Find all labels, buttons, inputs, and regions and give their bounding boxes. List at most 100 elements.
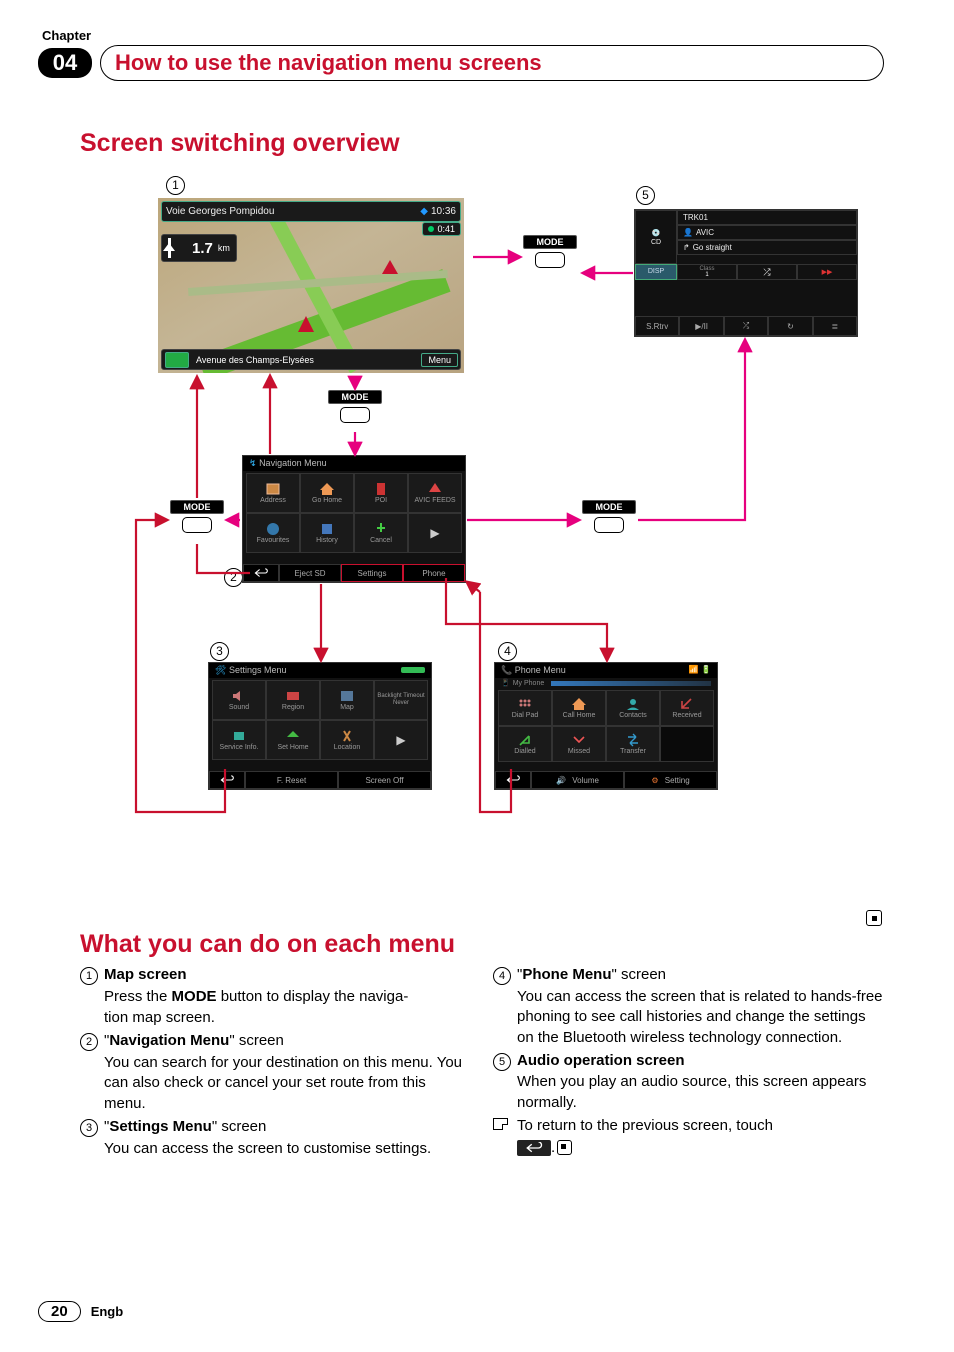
phone-back-button[interactable] <box>495 771 531 789</box>
nav-eject-button[interactable]: Eject SD <box>279 564 341 582</box>
item2-body: You can search for your destination on t… <box>80 1053 471 1115</box>
settings-item-map[interactable]: Map <box>320 680 374 720</box>
audio-btn-shuffle[interactable]: ⤮ <box>724 316 768 336</box>
phone-item-callhome[interactable]: Call Home <box>552 690 606 726</box>
settings-screenoff-button[interactable]: Screen Off <box>338 771 431 789</box>
callhome-icon <box>570 697 588 711</box>
map-layers-icon[interactable] <box>165 352 189 368</box>
location-icon <box>338 729 356 743</box>
section-title-overview: Screen switching overview <box>80 129 884 158</box>
settings-item-sethome[interactable]: Set Home <box>266 720 320 760</box>
phone-item-contacts[interactable]: Contacts <box>606 690 660 726</box>
mode-button-middle[interactable]: MODE <box>328 390 382 430</box>
map-icon <box>338 689 356 703</box>
item3-title: Settings Menu <box>109 1118 212 1135</box>
destination-icon <box>382 252 398 274</box>
back-icon <box>220 775 234 785</box>
note-text: To return to the previous screen, touch <box>517 1116 884 1137</box>
settings-back-button[interactable] <box>209 771 245 789</box>
signal-icon: 📶 🔋 <box>689 665 711 676</box>
inline-end-icon <box>557 1140 572 1155</box>
left-column: 1 Map screen Press the MODE button to di… <box>80 963 471 1159</box>
turn-arrow-icon <box>168 238 189 258</box>
back-icon <box>254 568 268 578</box>
phone-item-transfer[interactable]: Transfer <box>606 726 660 762</box>
settings-freset-button[interactable]: F. Reset <box>245 771 338 789</box>
missed-icon <box>570 733 588 747</box>
nav-item-favourites[interactable]: Favourites <box>246 513 300 553</box>
transfer-icon <box>624 733 642 747</box>
settings-item-sound[interactable]: Sound <box>212 680 266 720</box>
nav-phone-button[interactable]: Phone <box>403 564 465 582</box>
phone-item-missed[interactable]: Missed <box>552 726 606 762</box>
nav-item-gohome[interactable]: Go Home <box>300 473 354 513</box>
audio-btn-play[interactable]: ▶/II <box>679 316 723 336</box>
screen-switching-diagram: Voie Georges Pompidou ◆10:36 0:41 1.7km … <box>80 172 890 832</box>
map-top-street: Voie Georges Pompidou <box>166 206 274 217</box>
phone-item-dialpad[interactable]: Dial Pad <box>498 690 552 726</box>
settings-item-backlight[interactable]: Backlight Timeout Never <box>374 680 428 720</box>
mode-button-right[interactable]: MODE <box>582 500 636 540</box>
settings-item-next[interactable]: ▶ <box>374 720 428 760</box>
item2-title: Navigation Menu <box>109 1032 229 1049</box>
map-distance: 1.7km <box>161 234 237 262</box>
history-icon <box>318 522 336 536</box>
list-num-3: 3 <box>80 1117 104 1138</box>
sound-icon <box>230 689 248 703</box>
audio-track: TRK01 <box>677 210 857 225</box>
nav-back-button[interactable] <box>243 564 279 582</box>
dialpad-icon <box>516 697 534 711</box>
nav-item-avicfeeds[interactable]: AVIC FEEDS <box>408 473 462 513</box>
audio-guide: Go straight <box>693 243 732 252</box>
mode-button-left[interactable]: MODE <box>170 500 224 540</box>
audio-btn-list[interactable]: ≣ <box>813 316 857 336</box>
nav-item-poi[interactable]: POI <box>354 473 408 513</box>
chapter-header: 04 How to use the navigation menu screen… <box>38 45 884 81</box>
mode-button-top-right[interactable]: MODE <box>523 235 577 275</box>
callout-3 <box>210 642 229 661</box>
dialled-icon <box>516 733 534 747</box>
audio-disp-button[interactable]: DISP <box>635 264 677 280</box>
nav-item-cancel[interactable]: Cancel <box>354 513 408 553</box>
settings-item-location[interactable]: Location <box>320 720 374 760</box>
audio-btn-srtrv[interactable]: S.Rtrv <box>635 316 679 336</box>
page-footer: 20 Engb <box>38 1301 123 1322</box>
item5-body: When you play an audio source, this scre… <box>493 1072 884 1113</box>
sethome-icon <box>284 729 302 743</box>
prev-track-icon[interactable]: ⤮ <box>737 264 797 280</box>
nav-menu-title: Navigation Menu <box>259 458 327 468</box>
nav-item-address[interactable]: Address <box>246 473 300 513</box>
chapter-title-pill: How to use the navigation menu screens <box>100 45 884 81</box>
settings-item-service[interactable]: Service Info. <box>212 720 266 760</box>
phone-item-empty <box>660 726 714 762</box>
cd-icon: 💿 <box>652 229 661 237</box>
map-screen: Voie Georges Pompidou ◆10:36 0:41 1.7km … <box>158 198 464 373</box>
received-icon <box>678 697 696 711</box>
navigation-menu-screen: ↯ Navigation Menu Address Go Home POI AV… <box>242 455 466 583</box>
next-track-icon[interactable]: ▶▶ <box>797 264 857 280</box>
callout-2 <box>224 568 243 587</box>
phone-volume-button[interactable]: 🔊 Volume <box>531 771 624 789</box>
service-icon <box>230 729 248 743</box>
nav-settings-button[interactable]: Settings <box>341 564 403 582</box>
poi-icon <box>372 482 390 496</box>
note-icon <box>493 1116 517 1137</box>
nav-item-next[interactable]: ▶ <box>408 513 462 553</box>
right-column: 4 "Phone Menu" screen You can access the… <box>493 963 884 1159</box>
settings-item-region[interactable]: Region <box>266 680 320 720</box>
item5-title: Audio operation screen <box>517 1052 685 1069</box>
back-touch-chip[interactable] <box>517 1140 551 1156</box>
home-icon <box>318 482 336 496</box>
settings-menu-title: Settings Menu <box>229 665 287 675</box>
phone-setting-button[interactable]: ⚙ Setting <box>624 771 717 789</box>
phone-item-received[interactable]: Received <box>660 690 714 726</box>
audio-btn-repeat[interactable]: ↻ <box>768 316 812 336</box>
phone-item-dialled[interactable]: Dialled <box>498 726 552 762</box>
map-menu-button[interactable]: Menu <box>421 353 458 367</box>
nav-item-history[interactable]: History <box>300 513 354 553</box>
region-icon <box>284 689 302 703</box>
chapter-title: How to use the navigation menu screens <box>115 50 542 75</box>
feeds-icon <box>426 482 444 496</box>
audio-screen: 💿CD TRK01 👤AVIC ↱Go straight DISP Class1… <box>634 209 858 337</box>
callout-1 <box>166 176 185 195</box>
